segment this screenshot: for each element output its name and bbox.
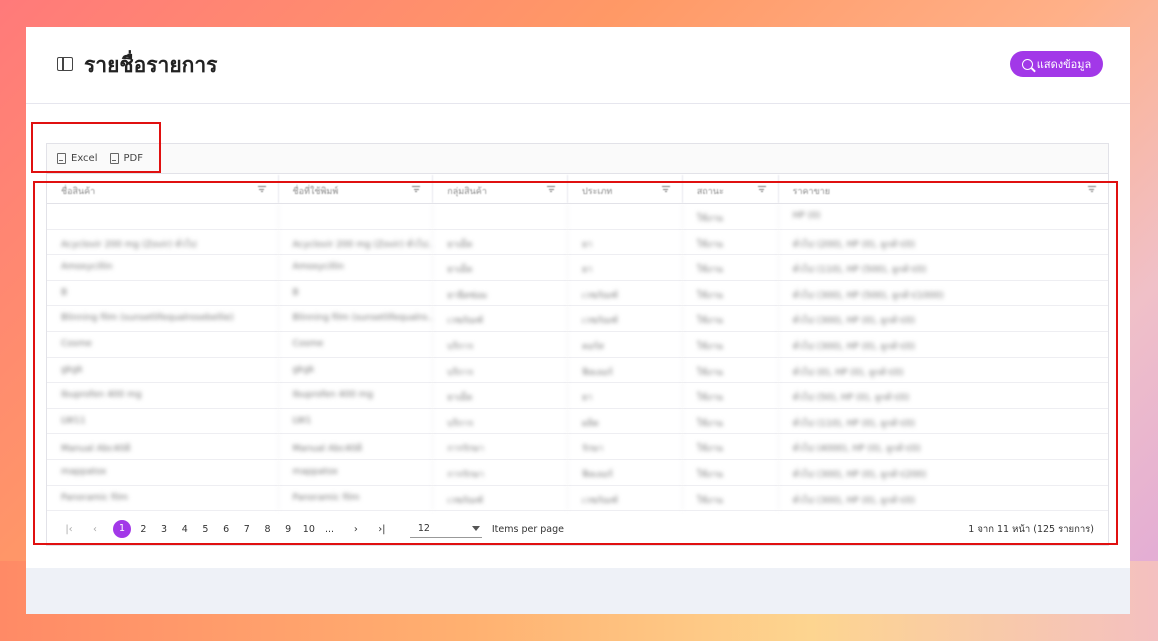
show-data-button[interactable]: แสดงข้อมูล <box>1010 51 1103 77</box>
highlight-box-toolbar <box>31 122 161 173</box>
search-icon <box>1021 58 1033 70</box>
page-header: รายชื่อรายการ แสดงข้อมูล <box>26 27 1130 104</box>
export-toolbar: Excel PDF <box>47 144 1108 174</box>
sidebar-toggle-icon[interactable] <box>57 57 73 71</box>
highlight-box-table <box>33 181 1118 545</box>
show-data-label: แสดงข้อมูล <box>1036 58 1092 71</box>
card-footer <box>26 568 1130 614</box>
page-title: รายชื่อรายการ <box>84 53 218 77</box>
